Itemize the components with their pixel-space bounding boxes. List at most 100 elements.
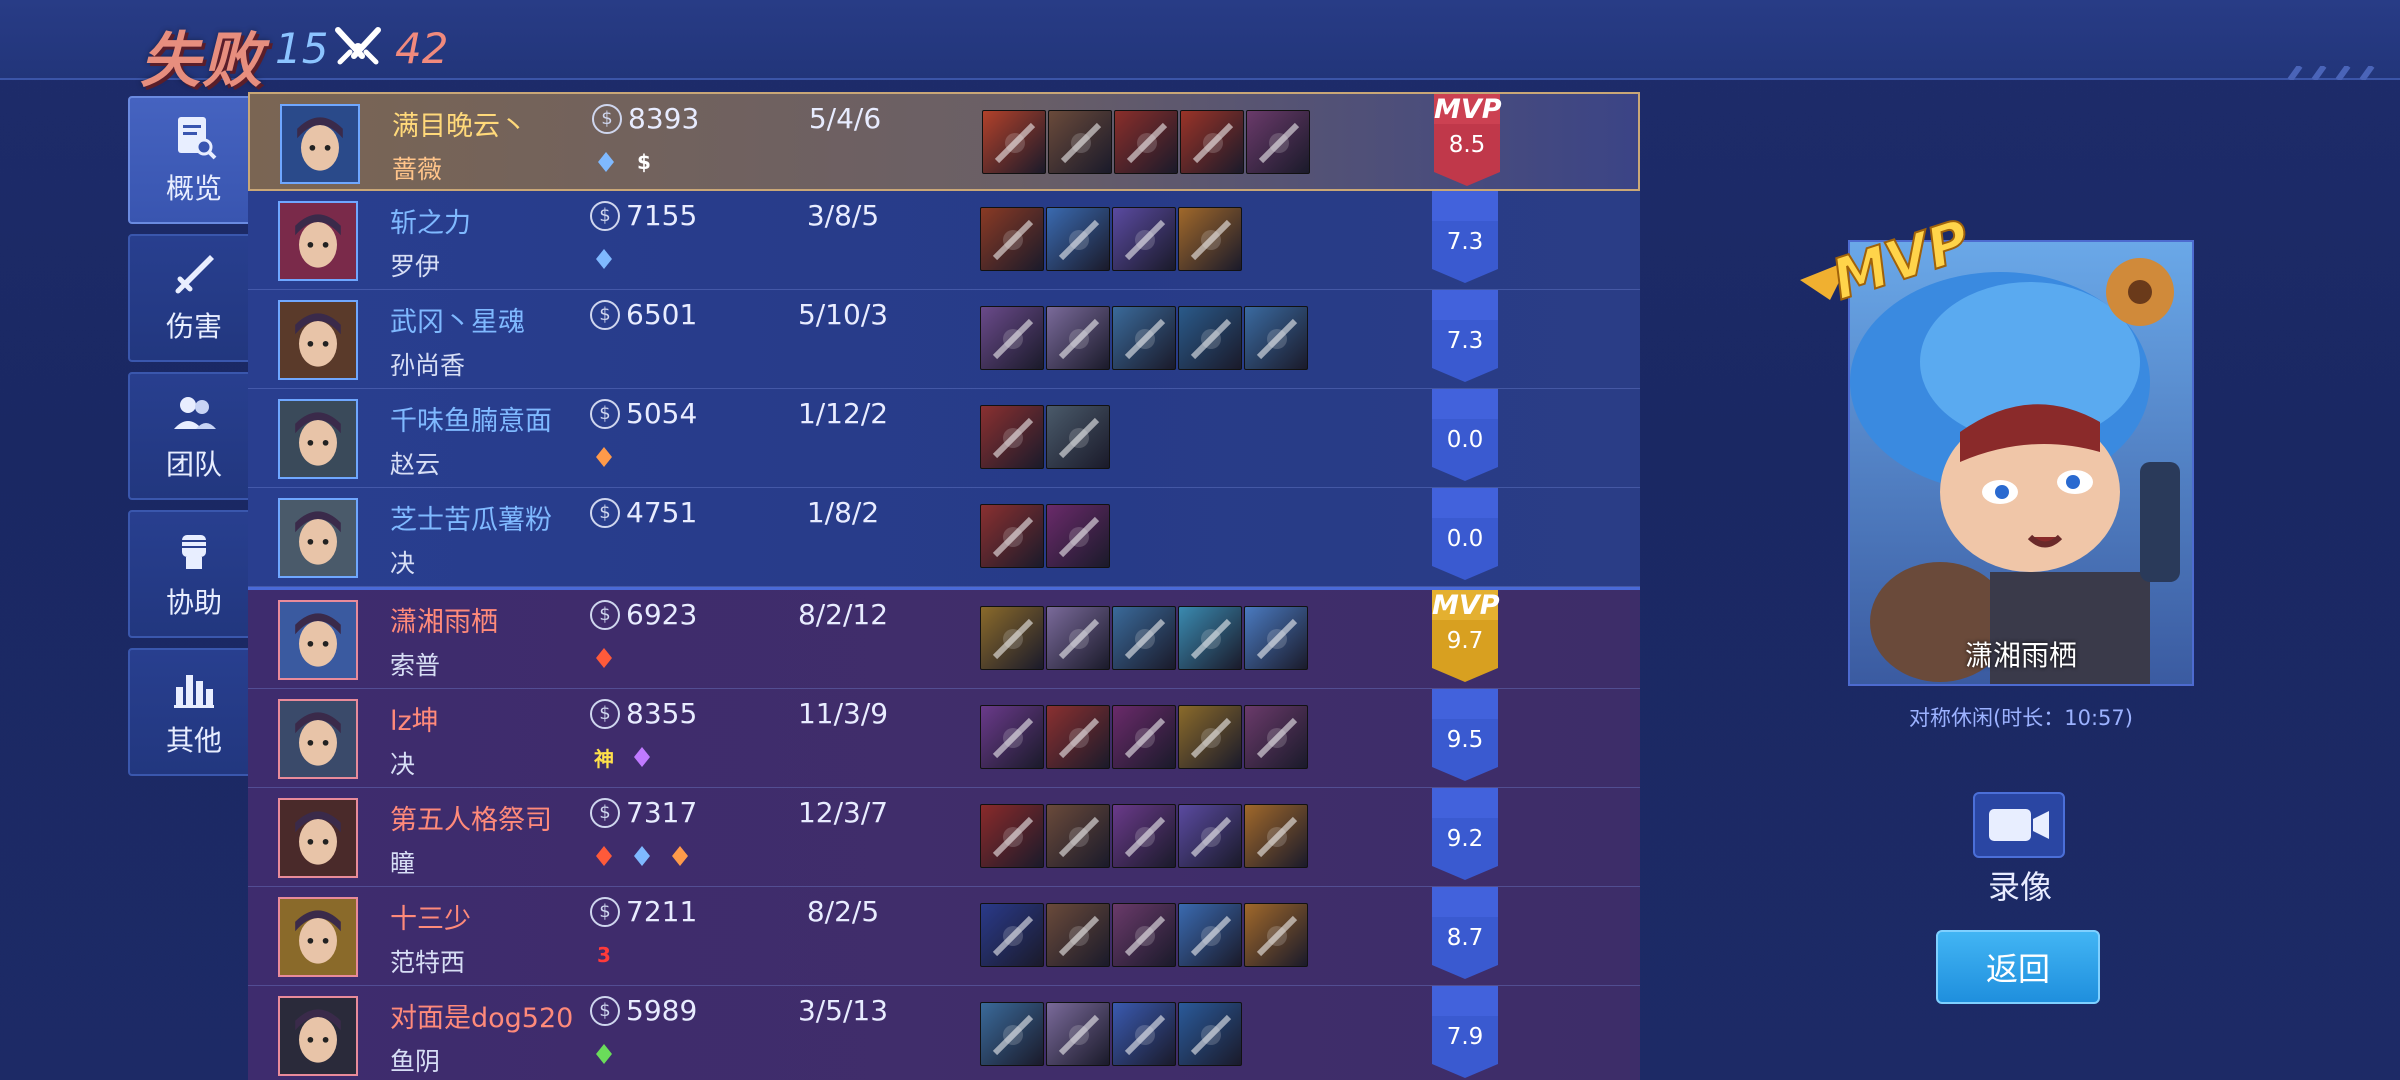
shield-icon[interactable] (590, 245, 618, 273)
flame-outline-icon[interactable] (592, 148, 620, 176)
equipment-item-icon[interactable] (1178, 705, 1242, 769)
equipment-item-icon[interactable] (980, 705, 1044, 769)
equipment-item-icon[interactable] (1178, 207, 1242, 271)
player-name[interactable]: 满目晚云丶 (392, 104, 527, 143)
hero-name: 索普 (390, 651, 441, 680)
god-icon[interactable]: 神 (590, 743, 618, 771)
fist-icon[interactable] (590, 1040, 618, 1068)
kda-stat: 11/3/9 (797, 697, 889, 730)
equipment-item-icon[interactable] (980, 306, 1044, 370)
equipment-item-icon[interactable] (1244, 903, 1308, 967)
equipment-item-icon[interactable] (1178, 804, 1242, 868)
player-name[interactable]: 第五人格祭司 (390, 798, 552, 837)
equipment-item-icon[interactable] (1046, 903, 1110, 967)
player-row[interactable]: 斩之力 罗伊 $7155 3/8/5 7.3 (248, 191, 1640, 290)
equipment-item-icon[interactable] (1046, 405, 1110, 469)
equipment-item-icon[interactable] (1112, 903, 1176, 967)
triple-kill-icon[interactable]: 3 (590, 941, 618, 969)
equipment-item-icon[interactable] (1178, 606, 1242, 670)
equipment-item-icon[interactable] (1112, 1002, 1176, 1066)
player-name[interactable]: 芝士苦瓜薯粉 (390, 498, 552, 537)
rating-score: 0.0 (1446, 427, 1484, 453)
player-name[interactable]: 十三少 (390, 897, 471, 936)
hero-avatar[interactable] (278, 996, 358, 1076)
hero-avatar[interactable] (280, 104, 360, 184)
equipment-item-icon[interactable] (1246, 110, 1310, 174)
eye-icon[interactable] (628, 842, 656, 870)
gold-amount: $7317 (590, 796, 697, 829)
player-row[interactable]: 潇湘雨栖 索普 $6923 8/2/12 MVP 9.7 (248, 590, 1640, 689)
hero-avatar[interactable] (278, 798, 358, 878)
equipment-item-icon[interactable] (1112, 606, 1176, 670)
hero-avatar[interactable] (278, 201, 358, 281)
equipment-item-icon[interactable] (980, 504, 1044, 568)
equipment-item-icon[interactable] (1046, 606, 1110, 670)
sidebar-item-team[interactable]: 团队 (128, 372, 260, 500)
coin-icon: $ (590, 797, 620, 828)
arrow-icon[interactable] (590, 842, 618, 870)
player-row[interactable]: 对面是dog520 鱼阴 $5989 3/5/13 7.9 (248, 986, 1640, 1080)
player-row[interactable]: 千味鱼腩意面 赵云 $5054 1/12/2 0.0 (248, 389, 1640, 488)
equipment-item-icon[interactable] (982, 110, 1046, 174)
player-name[interactable]: 千味鱼腩意面 (390, 399, 552, 438)
bar-chart-icon (174, 675, 214, 708)
equipment-item-icon[interactable] (1244, 306, 1308, 370)
tower-icon[interactable] (628, 743, 656, 771)
sidebar-item-assist[interactable]: 协助 (128, 510, 260, 638)
equipment-item-icon[interactable] (980, 804, 1044, 868)
equipment-item-icon[interactable] (1244, 804, 1308, 868)
equipment-item-icon[interactable] (1180, 110, 1244, 174)
equipment-item-icon[interactable] (1114, 110, 1178, 174)
sidebar-item-overview[interactable]: 概览 (128, 96, 260, 224)
sidebar-item-damage[interactable]: 伤害 (128, 234, 260, 362)
player-row[interactable]: 十三少 范特西 $7211 3 8/2/5 8.7 (248, 887, 1640, 986)
equipment-item-icon[interactable] (1112, 804, 1176, 868)
player-name[interactable]: 对面是dog520 (390, 996, 573, 1035)
equipment-item-icon[interactable] (980, 207, 1044, 271)
equipment-item-icon[interactable] (1046, 804, 1110, 868)
player-name[interactable]: 武冈丶星魂 (390, 300, 525, 339)
player-row[interactable]: 第五人格祭司瞳 $7317 12/3/7 9.2 (248, 788, 1640, 887)
equipment-item-icon[interactable] (980, 903, 1044, 967)
fire-icon[interactable] (590, 644, 618, 672)
equipment-item-icon[interactable] (1046, 705, 1110, 769)
equipment-item-icon[interactable] (1048, 110, 1112, 174)
hero-avatar[interactable] (278, 699, 358, 779)
coin-badge-icon[interactable]: $ (630, 148, 658, 176)
equipment-item-icon[interactable] (1178, 306, 1242, 370)
hero-avatar[interactable] (278, 399, 358, 479)
player-row[interactable]: 武冈丶星魂 孙尚香 $6501 5/10/3 7.3 (248, 290, 1640, 389)
player-row[interactable]: lz坤决 $8355 神 11/3/9 9.5 (248, 689, 1640, 788)
equipment-item-icon[interactable] (1178, 903, 1242, 967)
feather-icon[interactable] (590, 443, 618, 471)
equipment-item-icon[interactable] (980, 405, 1044, 469)
sidebar-item-other[interactable]: 其他 (128, 648, 260, 776)
match-mode-duration: 对称休闲(时长：10:57) (1909, 706, 2133, 730)
equipment-item-icon[interactable] (1112, 306, 1176, 370)
equipment-item-icon[interactable] (1244, 606, 1308, 670)
equipment-item-icon[interactable] (980, 606, 1044, 670)
player-row[interactable]: 芝士苦瓜薯粉决 $4751 1/8/2 0.0 (248, 488, 1640, 587)
equipment-item-icon[interactable] (1244, 705, 1308, 769)
equipment-item-icon[interactable] (1046, 1002, 1110, 1066)
equipment-item-icon[interactable] (1178, 1002, 1242, 1066)
player-name[interactable]: 斩之力 (390, 201, 471, 240)
equipment-item-icon[interactable] (1046, 306, 1110, 370)
replay-button[interactable] (1973, 792, 2065, 858)
equipment-item-icon[interactable] (1046, 207, 1110, 271)
hero-avatar[interactable] (278, 498, 358, 578)
equipment-item-icon[interactable] (1046, 504, 1110, 568)
equipment-item-icon[interactable] (980, 1002, 1044, 1066)
player-name[interactable]: 潇湘雨栖 (390, 600, 498, 639)
equipment-item-icon[interactable] (1112, 705, 1176, 769)
feather-icon[interactable] (666, 842, 694, 870)
back-button[interactable]: 返回 (1936, 930, 2100, 1004)
hero-avatar[interactable] (278, 897, 358, 977)
score-flag: 9.5 (1432, 689, 1498, 781)
hero-avatar[interactable] (278, 600, 358, 680)
player-row[interactable]: 满目晚云丶 蔷薇 $8393 $5/4/6 MVP 8.5 (248, 92, 1640, 191)
svg-text:MVP: MVP (1825, 208, 1974, 313)
hero-avatar[interactable] (278, 300, 358, 380)
player-name[interactable]: lz坤 (390, 699, 439, 738)
equipment-item-icon[interactable] (1112, 207, 1176, 271)
